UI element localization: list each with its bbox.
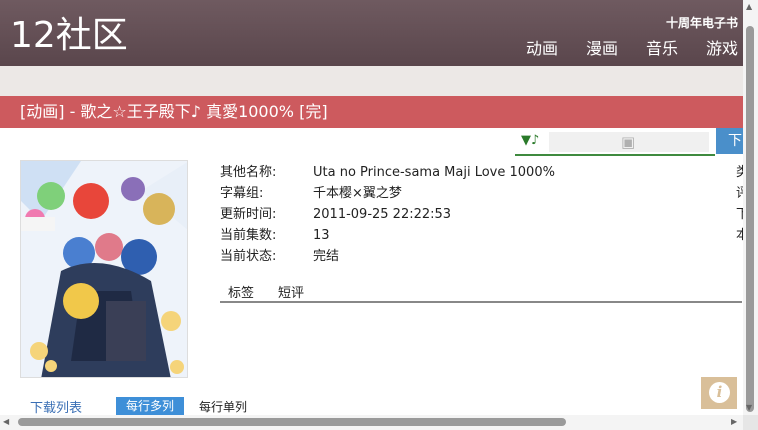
nav-item-anime[interactable]: 动画: [526, 38, 558, 60]
info-value[interactable]: 千本樱×翼之梦: [313, 183, 402, 204]
info-value: 13: [313, 228, 330, 243]
info-label: 更新时间:: [220, 207, 277, 222]
music-note-icon[interactable]: ▼♪: [521, 133, 539, 148]
detail-tabs: 标签 短评: [220, 281, 742, 303]
nav-item-music[interactable]: 音乐: [646, 38, 678, 60]
info-label: 当前集数:: [220, 228, 277, 243]
info-label: 字幕组:: [220, 186, 264, 201]
horizontal-scroll-thumb[interactable]: [18, 418, 566, 426]
music-player-strip: ▼♪ ▣: [515, 130, 715, 156]
scroll-down-icon[interactable]: ▼: [746, 403, 752, 412]
scroll-up-icon[interactable]: ▲: [746, 2, 752, 11]
plugin-placeholder: ▣: [549, 132, 709, 152]
tab-tags[interactable]: 标签: [228, 282, 254, 301]
info-label: 其他名称:: [220, 165, 277, 180]
nav-item-manga[interactable]: 漫画: [586, 38, 618, 60]
info-value: 完结: [313, 249, 340, 264]
vertical-scrollbar[interactable]: ▲ ▼: [743, 0, 758, 415]
main-nav: 动画 漫画 音乐 游戏: [526, 38, 738, 60]
info-label: 当前状态:: [220, 249, 277, 264]
nav-item-games[interactable]: 游戏: [706, 38, 738, 60]
download-list-title[interactable]: 下载列表: [30, 397, 82, 416]
tab-short-reviews[interactable]: 短评: [278, 282, 304, 301]
info-value: Uta no Prince-sama Maji Love 1000%: [313, 165, 555, 180]
site-header: 12社区 十周年电子书 动画 漫画 音乐 游戏: [0, 0, 758, 66]
info-icon: i: [709, 382, 730, 403]
scroll-right-icon[interactable]: ▶: [731, 417, 737, 426]
info-value: 2011-09-25 22:22:53: [313, 207, 452, 222]
single-column-button[interactable]: 每行单列: [199, 398, 247, 415]
cover-image: [20, 160, 188, 378]
scroll-left-icon[interactable]: ◀: [3, 417, 9, 426]
info-button[interactable]: i: [701, 377, 737, 409]
sub-header-band: [0, 66, 758, 96]
anniversary-ebook-link[interactable]: 十周年电子书: [666, 14, 738, 31]
vertical-scroll-thumb[interactable]: [746, 26, 754, 412]
page-title: [动画] - 歌之☆王子殿下♪ 真愛1000% [完]: [0, 96, 758, 128]
puzzle-piece-icon: ▣: [621, 133, 636, 151]
site-logo[interactable]: 12社区: [10, 14, 128, 58]
scrollbar-corner: [743, 415, 758, 430]
multi-column-button[interactable]: 每行多列: [116, 397, 184, 415]
horizontal-scrollbar[interactable]: ◀ ▶: [0, 415, 743, 430]
cover-artwork: [21, 161, 187, 377]
